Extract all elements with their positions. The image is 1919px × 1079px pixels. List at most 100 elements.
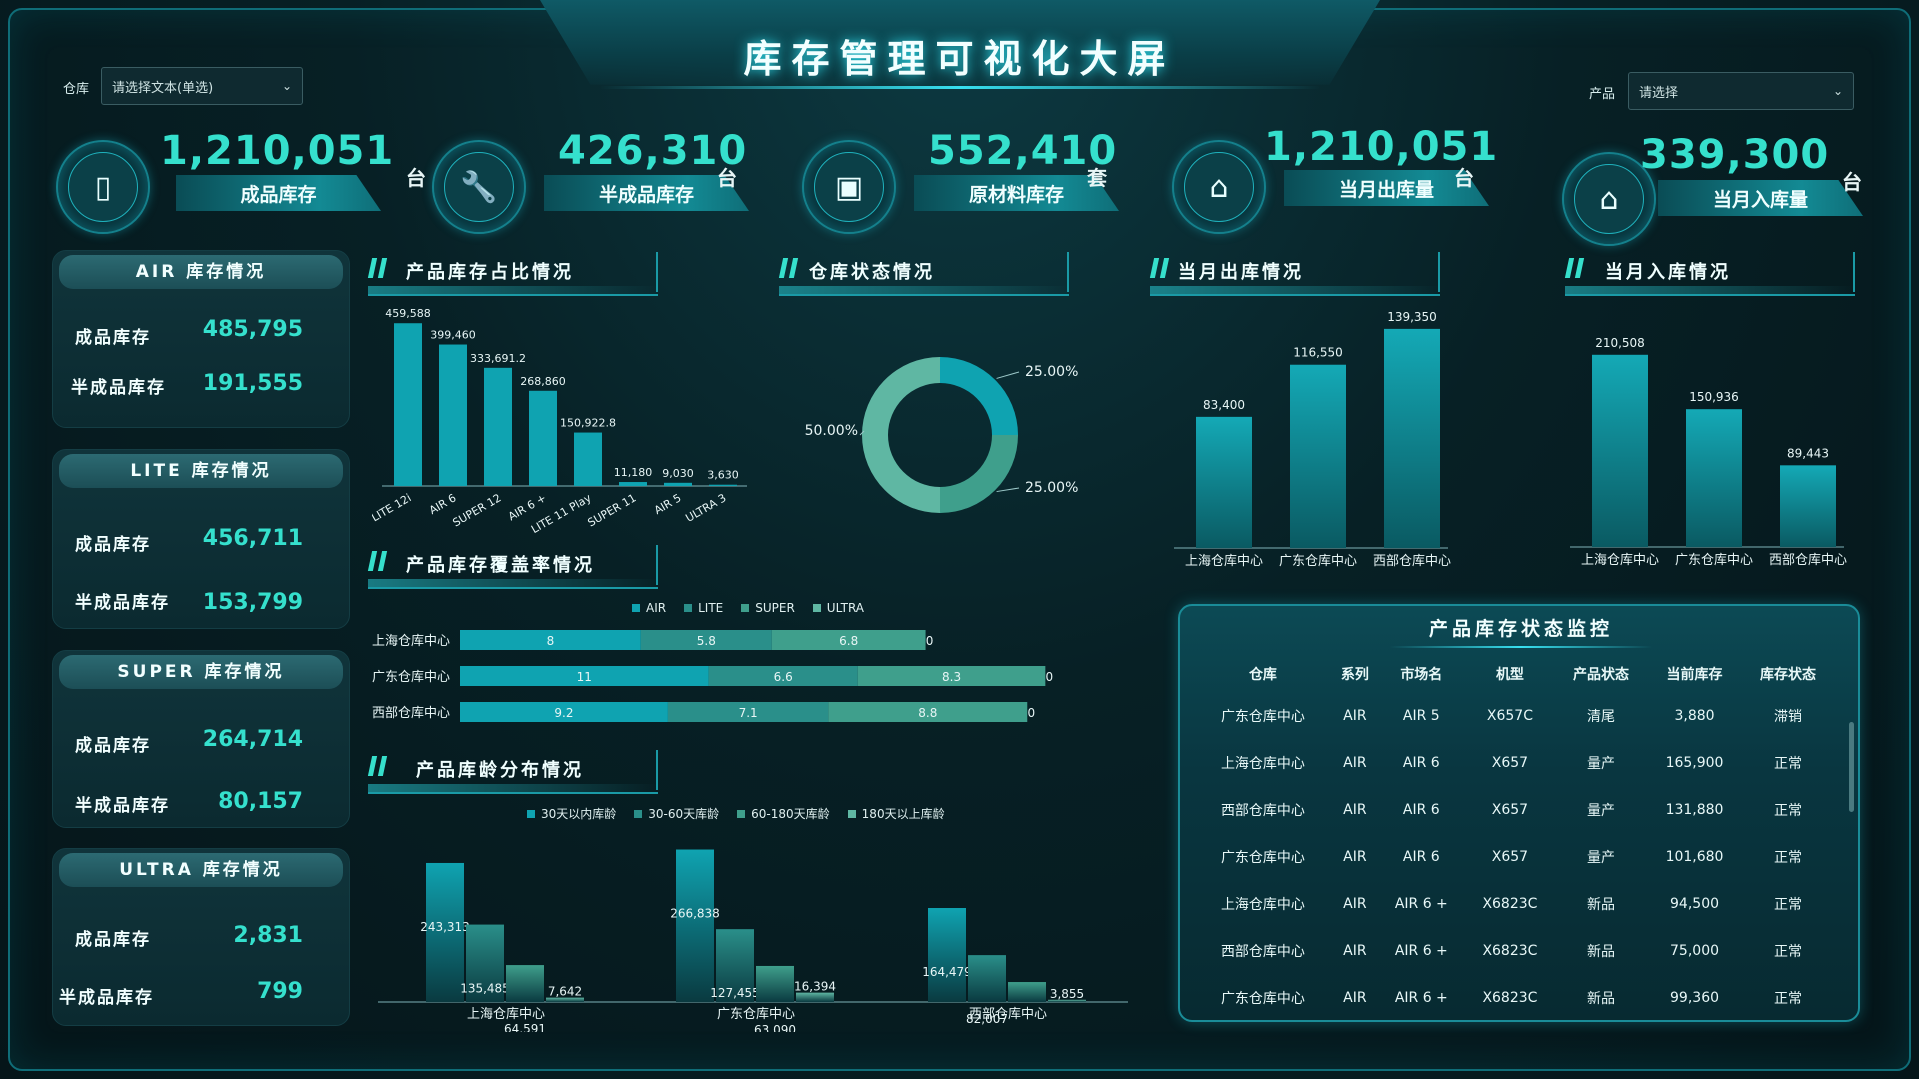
legend-swatch xyxy=(684,604,693,612)
table-column-header[interactable]: 产品状态 xyxy=(1555,656,1647,692)
x-tick-label: SUPER 11 xyxy=(585,491,638,529)
panel-title-age: 产品库龄分布情况 xyxy=(367,750,658,794)
table-cell: 新品 xyxy=(1587,990,1616,1007)
table-row[interactable]: 广东仓库中心 AIR AIR 6 + X6823C 新品 99,360 正常 xyxy=(1194,974,1834,1021)
table-cell: AIR 6 xyxy=(1402,848,1440,865)
bar xyxy=(968,955,1006,1002)
title-bars-icon xyxy=(367,756,392,778)
house-in-icon: ⌂ xyxy=(1574,164,1644,234)
segment-value-label: 11 xyxy=(577,670,592,684)
chevron-down-icon: ⌄ xyxy=(1832,84,1843,98)
table-row[interactable]: 上海仓库中心 AIR AIR 6 + X6823C 新品 94,500 正常 xyxy=(1194,880,1834,927)
series-card-air: AIR 库存情况 成品库存 485,795 半成品库存 191,555 xyxy=(52,250,350,428)
legend-label: ULTRA xyxy=(826,601,865,615)
table-cell: 西部仓库中心 xyxy=(1220,943,1305,960)
out-bar-chart: 83,400 上海仓库中心 116,550 广东仓库中心 139,350 西部仓库中心 xyxy=(1174,310,1451,569)
in-bar-chart: 210,508 上海仓库中心 150,936 广东仓库中心 89,443 西部仓库中心 xyxy=(1570,336,1847,568)
table-cell: 清尾 xyxy=(1587,708,1616,725)
legend-item[interactable]: ULTRA xyxy=(812,601,865,615)
phone-icon: ▯ xyxy=(68,152,138,222)
table-row[interactable]: 西部仓库中心 AIR AIR 6 + X6823C 新品 75,000 正常 xyxy=(1194,927,1834,974)
table-cell: AIR 6 xyxy=(1402,801,1440,818)
table-cell: 正常 xyxy=(1774,849,1803,866)
segment-value-label: 6.8 xyxy=(839,634,858,648)
bar-value-label: 164,479 xyxy=(922,965,972,979)
x-tick-label: 上海仓库中心 xyxy=(467,1006,545,1022)
bar xyxy=(506,965,544,1002)
table-column-header[interactable]: 当前库存 xyxy=(1647,656,1742,692)
table-row[interactable]: 上海仓库中心 AIR AIR 6 X657 量产 165,900 正常 xyxy=(1194,739,1834,786)
table-cell: 西部仓库中心 xyxy=(1220,802,1305,819)
kpi-material-stock: ▣ 552,410 原材料库存 套 xyxy=(802,120,1132,240)
panel-title-text: 产品库存覆盖率情况 xyxy=(406,555,595,576)
table-row[interactable]: 西部仓库中心 AIR AIR 6 X657 量产 131,880 正常 xyxy=(1194,786,1834,833)
series-card-super: SUPER 库存情况 成品库存 264,714 半成品库存 80,157 xyxy=(52,650,350,828)
bar xyxy=(928,908,966,1002)
kpi-icon-ring: ▯ xyxy=(56,140,150,234)
bar-value-label: 64,591 xyxy=(504,1022,546,1032)
table-cell: 正常 xyxy=(1774,802,1803,819)
bar xyxy=(394,323,422,486)
table-body: 广东仓库中心 AIR AIR 5 X657C 清尾 3,880 滞销 上海仓库中心 AIR AIR… xyxy=(1194,692,1834,1021)
table-cell: AIR 5 xyxy=(1402,707,1440,724)
panel-title-in: 当月入库情况 xyxy=(1564,252,1855,296)
finished-stock-value: 485,795 xyxy=(202,317,303,342)
semi-stock-label: 半成品库存 xyxy=(59,988,154,1008)
table-scrollbar[interactable] xyxy=(1849,722,1854,812)
title-underline xyxy=(368,286,658,296)
table-cell: 正常 xyxy=(1774,755,1803,772)
house-out-icon: ⌂ xyxy=(1184,152,1254,222)
legend-item[interactable]: 30天以内库龄 xyxy=(527,805,616,822)
table-cell: 广东仓库中心 xyxy=(1220,849,1305,866)
toolbox-icon: 🔧 xyxy=(444,152,514,222)
segment-value-label: 9.2 xyxy=(554,706,573,720)
warehouse-select[interactable]: 请选择文本(单选) ⌄ xyxy=(101,67,303,105)
title-underline xyxy=(779,286,1069,296)
kpi-unit: 套 xyxy=(1087,166,1107,190)
product-select[interactable]: 请选择 ⌄ xyxy=(1628,72,1854,110)
share-bar-chart: 459,588 LITE 12i 399,460 AIR 6 333,691.2 SUPE… xyxy=(372,307,747,536)
panel-title-text: 产品库存占比情况 xyxy=(406,262,574,283)
kpi-icon-ring: ▣ xyxy=(802,140,896,234)
age-grouped-bar-chart: 243,313 135,485 64,591 7,642上海仓库中心 266,838 12… xyxy=(378,849,1128,1032)
bar-value-label: 9,030 xyxy=(662,467,694,480)
x-tick-label: 上海仓库中心 xyxy=(1185,553,1263,569)
legend-item[interactable]: LITE xyxy=(684,601,723,615)
legend-swatch xyxy=(632,604,640,612)
panel-title-text: 当月入库情况 xyxy=(1605,262,1731,283)
kpi-month-out: ⌂ 1,210,051 当月出库量 台 xyxy=(1172,120,1502,240)
legend-item[interactable]: 30-60天库龄 xyxy=(634,805,719,822)
legend-item[interactable]: 180天以上库龄 xyxy=(847,805,945,822)
x-tick-label: 广东仓库中心 xyxy=(1279,553,1357,569)
table-column-header[interactable]: 仓库 xyxy=(1194,656,1332,692)
table-column-header[interactable]: 库存状态 xyxy=(1742,656,1834,692)
bar-value-label: 333,691.2 xyxy=(470,352,526,365)
table-column-header[interactable]: 市场名 xyxy=(1378,656,1465,692)
bar xyxy=(1592,354,1648,547)
bar-value-label: 11,180 xyxy=(614,466,653,479)
bar xyxy=(1290,364,1346,548)
title-underline xyxy=(1150,286,1440,296)
table-column-header[interactable]: 系列 xyxy=(1332,656,1378,692)
table-cell: AIR 6 + xyxy=(1394,942,1448,959)
legend-item[interactable]: SUPER xyxy=(741,601,795,615)
table-cell: AIR xyxy=(1343,754,1367,771)
bar xyxy=(439,344,467,486)
bar xyxy=(796,992,834,1002)
bar xyxy=(1780,465,1836,547)
kpi-icon-ring: 🔧 xyxy=(432,140,526,234)
table-row[interactable]: 广东仓库中心 AIR AIR 6 X657 量产 101,680 正常 xyxy=(1194,833,1834,880)
table-row[interactable]: 广东仓库中心 AIR AIR 5 X657C 清尾 3,880 滞销 xyxy=(1194,692,1834,739)
bar-value-label: 266,838 xyxy=(670,907,720,921)
finished-stock-value: 456,711 xyxy=(202,526,303,551)
legend-item[interactable]: 60-180天库龄 xyxy=(737,805,830,822)
kpi-unit: 台 xyxy=(406,166,426,190)
table-cell: 上海仓库中心 xyxy=(1220,755,1305,772)
title-tick xyxy=(1853,252,1855,292)
kpi-icon-ring: ⌂ xyxy=(1172,140,1266,234)
table-column-header[interactable]: 机型 xyxy=(1465,656,1555,692)
legend-label: LITE xyxy=(698,601,724,615)
bar-value-label: 135,485 xyxy=(460,982,510,996)
legend-item[interactable]: AIR xyxy=(632,601,666,615)
kpi-unit: 台 xyxy=(717,166,737,190)
